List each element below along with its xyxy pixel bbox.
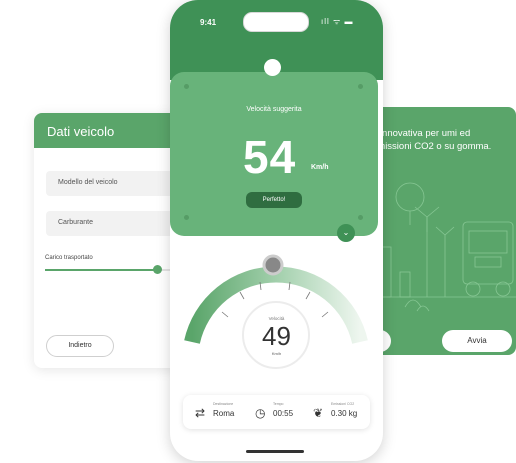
gauge-unit: Km/h	[271, 351, 282, 356]
card-rivet	[184, 215, 189, 220]
start-button[interactable]: Avvia	[442, 330, 512, 352]
suggested-speed-label: Velocità suggerita	[246, 106, 302, 113]
card-rivet	[358, 84, 363, 89]
vehicle-data-card: Dati veicolo Modello del veicolo Carbura…	[34, 113, 184, 368]
dynamic-island	[243, 12, 309, 32]
suggested-speed-card: Velocità suggerita 54 Km/h Perfetto!	[170, 72, 378, 236]
gauge-needle-knob	[262, 254, 284, 276]
load-slider-label: Carico trasportato	[45, 255, 93, 261]
back-button[interactable]: Indietro	[46, 335, 114, 357]
phone-screen: 9:41 ıll ᯤ ▬ Velocità suggerita 54 Km/h …	[170, 0, 383, 461]
fuel-field[interactable]: Carburante	[46, 211, 184, 236]
destination-value: Roma	[213, 409, 235, 418]
card-rivet	[184, 84, 189, 89]
fuel-placeholder: Carburante	[58, 219, 94, 226]
time-label: Tempo	[273, 402, 284, 406]
destination-label: Destinazione	[213, 402, 234, 406]
suggested-speed-value: 54	[243, 131, 297, 183]
emissions-label: Emissioni CO2	[331, 402, 355, 406]
status-icons: ıll ᯤ ▬	[321, 17, 354, 26]
clock-icon: ◷	[255, 406, 266, 420]
status-time: 9:41	[200, 18, 217, 27]
vehicle-model-field[interactable]: Modello del veicolo	[46, 171, 184, 196]
gauge-value: 49	[262, 321, 291, 351]
suggested-speed-unit: Km/h	[311, 164, 329, 171]
trip-info-bar: ⇄ Destinazione Roma ◷ Tempo 00:55 ❦ Emis…	[183, 395, 370, 429]
vehicle-data-header: Dati veicolo	[34, 113, 184, 148]
status-button[interactable]: Perfetto!	[246, 192, 302, 208]
load-slider-fill	[45, 269, 157, 271]
load-slider-thumb[interactable]	[153, 265, 162, 274]
time-value: 00:55	[273, 409, 294, 418]
intro-text: e innovativa per umi ed emissioni CO2 o …	[372, 128, 492, 152]
card-rivet	[358, 215, 363, 220]
vehicle-data-title: Dati veicolo	[47, 124, 115, 139]
vehicle-model-placeholder: Modello del veicolo	[58, 179, 118, 186]
emissions-value: 0.30 kg	[331, 409, 358, 418]
card-handle	[264, 59, 281, 76]
home-indicator	[246, 450, 304, 453]
leaf-icon: ❦	[313, 406, 324, 420]
swap-arrows-icon: ⇄	[195, 406, 206, 420]
